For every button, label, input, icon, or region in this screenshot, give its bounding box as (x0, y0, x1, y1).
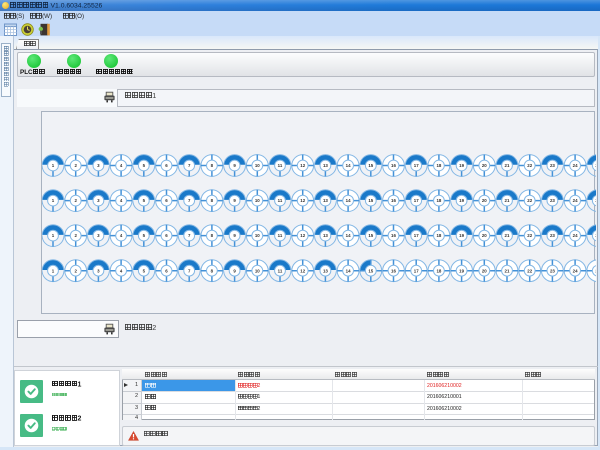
svg-text:23: 23 (550, 198, 555, 203)
svg-text:12: 12 (300, 163, 305, 168)
svg-text:15: 15 (368, 233, 373, 238)
svg-text:10: 10 (255, 198, 260, 203)
svg-text:18: 18 (436, 233, 441, 238)
svg-text:22: 22 (527, 268, 532, 273)
svg-text:10: 10 (255, 233, 260, 238)
svg-text:24: 24 (573, 268, 578, 273)
svg-text:14: 14 (346, 268, 351, 273)
svg-text:22: 22 (527, 163, 532, 168)
svg-text:21: 21 (505, 198, 510, 203)
svg-text:19: 19 (459, 233, 464, 238)
svg-text:20: 20 (482, 163, 487, 168)
svg-text:20: 20 (482, 268, 487, 273)
svg-text:24: 24 (573, 163, 578, 168)
svg-text:20: 20 (482, 198, 487, 203)
svg-text:10: 10 (255, 268, 260, 273)
svg-text:18: 18 (436, 163, 441, 168)
svg-text:17: 17 (414, 198, 419, 203)
svg-text:19: 19 (459, 163, 464, 168)
svg-text:13: 13 (323, 163, 328, 168)
svg-text:14: 14 (346, 163, 351, 168)
svg-text:16: 16 (391, 268, 396, 273)
svg-text:11: 11 (278, 233, 283, 238)
svg-text:12: 12 (300, 233, 305, 238)
svg-text:17: 17 (414, 268, 419, 273)
svg-text:23: 23 (550, 163, 555, 168)
svg-text:12: 12 (300, 268, 305, 273)
svg-text:14: 14 (346, 233, 351, 238)
svg-text:23: 23 (550, 233, 555, 238)
svg-text:21: 21 (505, 268, 510, 273)
svg-text:17: 17 (414, 163, 419, 168)
svg-text:10: 10 (255, 163, 260, 168)
svg-text:22: 22 (527, 198, 532, 203)
svg-text:24: 24 (573, 233, 578, 238)
svg-text:17: 17 (414, 233, 419, 238)
svg-text:16: 16 (391, 163, 396, 168)
svg-text:23: 23 (550, 268, 555, 273)
svg-text:11: 11 (278, 163, 283, 168)
svg-text:22: 22 (527, 233, 532, 238)
svg-text:13: 13 (323, 268, 328, 273)
svg-text:12: 12 (300, 198, 305, 203)
svg-text:13: 13 (323, 233, 328, 238)
svg-text:14: 14 (346, 198, 351, 203)
svg-text:21: 21 (505, 163, 510, 168)
svg-text:18: 18 (436, 268, 441, 273)
svg-text:15: 15 (368, 163, 373, 168)
svg-text:20: 20 (482, 233, 487, 238)
svg-text:15: 15 (368, 198, 373, 203)
svg-text:18: 18 (436, 198, 441, 203)
svg-text:16: 16 (391, 233, 396, 238)
svg-text:15: 15 (368, 268, 373, 273)
svg-text:19: 19 (459, 198, 464, 203)
svg-text:19: 19 (459, 268, 464, 273)
svg-text:21: 21 (505, 233, 510, 238)
svg-text:24: 24 (573, 198, 578, 203)
svg-text:13: 13 (323, 198, 328, 203)
svg-text:16: 16 (391, 198, 396, 203)
svg-text:11: 11 (278, 198, 283, 203)
svg-text:11: 11 (278, 268, 283, 273)
